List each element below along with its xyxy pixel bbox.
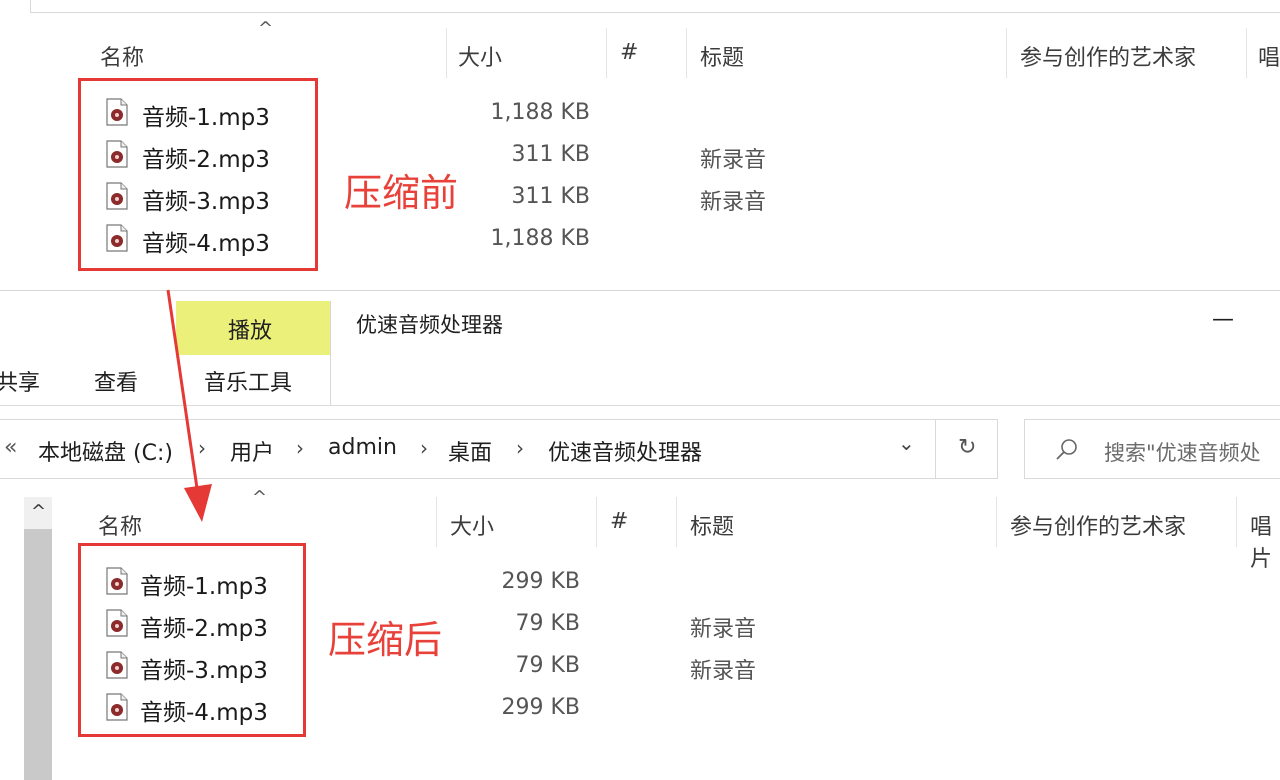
red-arrow-icon bbox=[166, 289, 212, 522]
column-divider[interactable] bbox=[676, 497, 677, 547]
top-strip-left bbox=[30, 0, 154, 13]
column-divider[interactable] bbox=[606, 28, 607, 78]
file-title: 新录音 bbox=[700, 148, 767, 173]
top-strip-middle bbox=[152, 0, 1193, 13]
sort-ascending-icon[interactable]: ^ bbox=[252, 487, 267, 508]
search-placeholder: 搜索"优速音频处 bbox=[1104, 441, 1261, 465]
file-title: 新录音 bbox=[690, 659, 757, 684]
highlight-box-before bbox=[78, 78, 318, 271]
column-divider[interactable] bbox=[446, 28, 447, 78]
column-header-number[interactable]: # bbox=[620, 40, 638, 65]
sort-ascending-icon[interactable]: ^ bbox=[258, 18, 273, 39]
column-divider[interactable] bbox=[996, 497, 997, 547]
window-title: 优速音频处理器 bbox=[356, 313, 503, 337]
file-size: 299 KB bbox=[501, 569, 580, 594]
breadcrumb-current-folder[interactable]: 优速音频处理器 bbox=[548, 435, 702, 467]
column-divider[interactable] bbox=[436, 497, 437, 547]
file-size: 299 KB bbox=[501, 695, 580, 720]
breadcrumb-desktop[interactable]: 桌面 bbox=[448, 435, 492, 467]
file-size: 311 KB bbox=[511, 184, 590, 209]
scrollbar-thumb[interactable] bbox=[24, 529, 52, 780]
file-size: 79 KB bbox=[515, 611, 580, 636]
annotation-before: 压缩前 bbox=[344, 171, 459, 215]
column-header-artist[interactable]: 参与创作的艺术家 bbox=[1020, 40, 1196, 72]
top-strip-right bbox=[1192, 0, 1280, 13]
breadcrumb-separator-icon[interactable]: › bbox=[420, 436, 428, 460]
breadcrumb-admin[interactable]: admin bbox=[328, 435, 397, 460]
minimize-button[interactable]: — bbox=[1212, 307, 1234, 332]
column-header-album[interactable]: 唱片 bbox=[1250, 509, 1280, 573]
file-size: 79 KB bbox=[515, 653, 580, 678]
breadcrumb-separator-icon[interactable]: › bbox=[516, 436, 524, 460]
column-header-title[interactable]: 标题 bbox=[690, 509, 734, 541]
scroll-up-icon[interactable]: ^ bbox=[31, 501, 46, 522]
column-divider[interactable] bbox=[1006, 28, 1007, 78]
file-size: 1,188 KB bbox=[490, 226, 591, 251]
highlight-box-after bbox=[78, 543, 306, 737]
file-title: 新录音 bbox=[700, 190, 767, 215]
annotation-after: 压缩后 bbox=[328, 618, 443, 662]
column-divider[interactable] bbox=[1246, 28, 1247, 78]
refresh-icon[interactable]: ↻ bbox=[958, 435, 976, 460]
tab-share[interactable]: 共享 bbox=[0, 365, 40, 397]
tab-view[interactable]: 查看 bbox=[94, 365, 138, 397]
column-header-album[interactable]: 唱 bbox=[1258, 40, 1280, 72]
top-explorer-window: ^ 名称 大小 # 标题 参与创作的艺术家 唱 音频-1.mp3 1,188 K… bbox=[0, 0, 1280, 285]
breadcrumb-separator-icon[interactable]: › bbox=[296, 436, 304, 460]
column-header-title[interactable]: 标题 bbox=[700, 40, 744, 72]
column-header-name[interactable]: 名称 bbox=[100, 40, 144, 72]
column-header-artist[interactable]: 参与创作的艺术家 bbox=[1010, 509, 1186, 541]
back-chevrons-icon[interactable]: « bbox=[4, 435, 17, 460]
breadcrumb-users[interactable]: 用户 bbox=[230, 435, 274, 467]
search-icon bbox=[1056, 439, 1077, 460]
file-size: 1,188 KB bbox=[490, 100, 591, 125]
column-header-name[interactable]: 名称 bbox=[98, 509, 142, 541]
column-divider[interactable] bbox=[686, 28, 687, 78]
column-divider[interactable] bbox=[596, 497, 597, 547]
screenshot-canvas: ^ 名称 大小 # 标题 参与创作的艺术家 唱 音频-1.mp3 1,188 K… bbox=[0, 0, 1280, 780]
column-header-size[interactable]: 大小 bbox=[450, 509, 494, 541]
file-title: 新录音 bbox=[690, 617, 757, 642]
tab-play[interactable]: 播放 bbox=[228, 313, 272, 345]
file-size: 311 KB bbox=[511, 142, 590, 167]
column-divider[interactable] bbox=[1236, 497, 1237, 547]
chevron-down-icon[interactable]: ⌄ bbox=[898, 431, 915, 455]
column-header-size[interactable]: 大小 bbox=[458, 40, 502, 72]
column-header-number[interactable]: # bbox=[610, 509, 628, 534]
